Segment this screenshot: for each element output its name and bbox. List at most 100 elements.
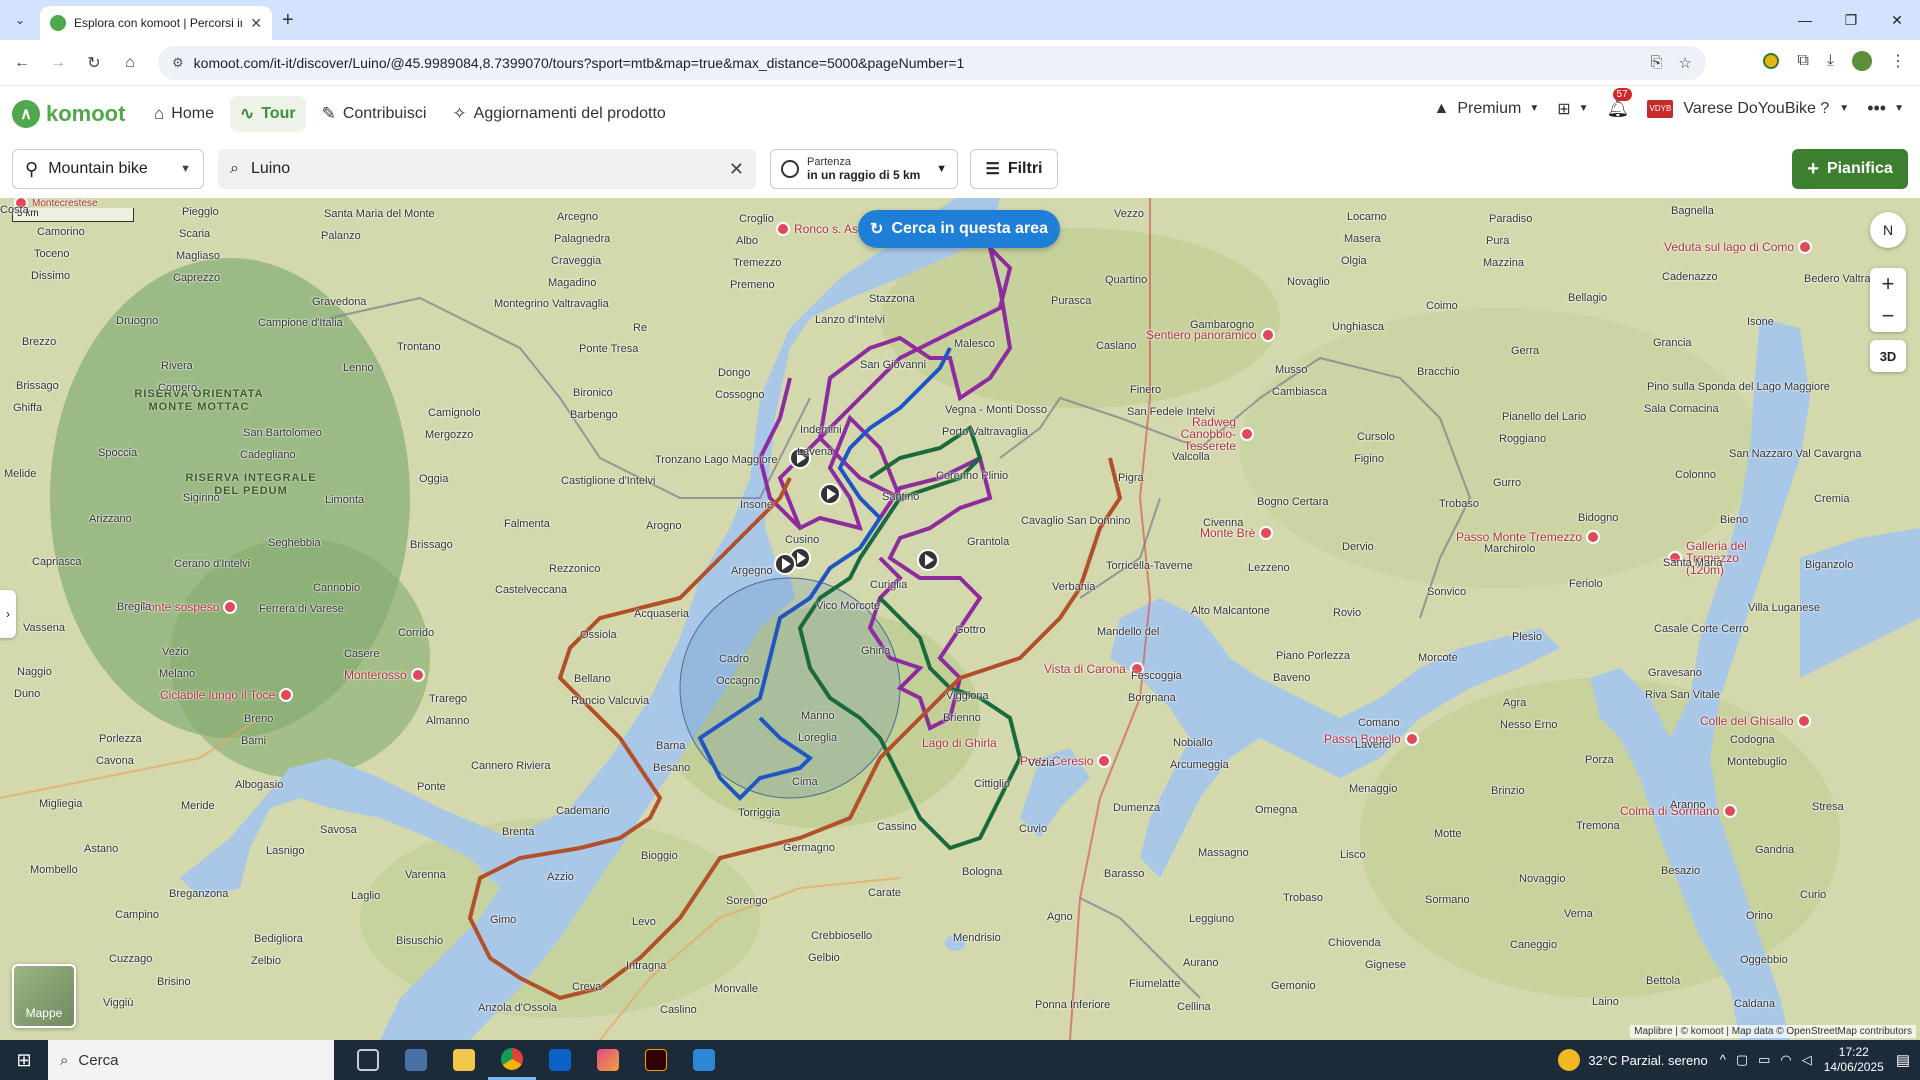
taskbar-search[interactable]: ⌕ Cerca xyxy=(48,1040,334,1080)
3d-toggle-button[interactable]: 3D xyxy=(1870,340,1906,372)
place-label: Falmenta xyxy=(504,518,550,530)
nav-tour[interactable]: ∿ Tour xyxy=(229,96,306,132)
search-in-area-button[interactable]: ↻ Cerca in questa area xyxy=(858,210,1060,248)
place-label: Bedigliora xyxy=(254,933,303,945)
place-label: Gemonio xyxy=(1271,980,1316,992)
place-label: Lasnigo xyxy=(266,845,305,857)
bookmark-star-icon[interactable]: ☆ xyxy=(1679,54,1692,72)
zoom-in-icon[interactable]: + xyxy=(1870,268,1906,300)
poi-label[interactable]: Colle del Ghisallo xyxy=(1700,714,1812,728)
poi-label[interactable]: Veduta sul lago di Como xyxy=(1664,240,1813,254)
filters-button[interactable]: ☰ Filtri xyxy=(970,149,1058,189)
search-input[interactable] xyxy=(250,160,717,178)
place-label: Bregila xyxy=(117,601,152,613)
clear-search-icon[interactable]: ✕ xyxy=(729,159,744,180)
poi-label[interactable]: Radweg Canobbio-Tesserete xyxy=(1136,416,1254,452)
volume-icon[interactable]: ◁ xyxy=(1802,1052,1812,1068)
poi-label[interactable]: Passo Monte Tremezzo xyxy=(1456,530,1601,544)
premium-menu[interactable]: ▲ Premium ▼ xyxy=(1433,100,1539,118)
puzzle-icon[interactable]: ⧉ xyxy=(1797,52,1808,70)
browser-tab[interactable]: Esplora con komoot | Percorsi in bici ✕ xyxy=(40,6,272,40)
poi-label[interactable]: Monterosso xyxy=(344,668,425,682)
poi-marker-icon xyxy=(1240,427,1254,441)
place-label: Santino xyxy=(882,491,920,503)
browser-menu-icon[interactable]: ⋮ xyxy=(1890,51,1906,71)
download-icon[interactable]: ⤓ xyxy=(1827,52,1834,70)
weather-widget[interactable]: 32°C Parzial. sereno xyxy=(1558,1049,1708,1071)
sidebar-toggle[interactable]: › xyxy=(0,590,16,638)
poi-marker-icon xyxy=(1798,240,1813,254)
nav-contribute[interactable]: ✎ Contribuisci xyxy=(312,96,437,132)
place-label: Ponte Tresa xyxy=(579,343,639,355)
place-label: Bidogno xyxy=(1578,512,1619,524)
notifications-button[interactable]: 🔔︎ 57 xyxy=(1607,88,1632,119)
map-canvas[interactable]: 5 km RISERVA ORIENTATA MONTE MOTTAC RISE… xyxy=(0,198,1920,1040)
maps-app-icon[interactable] xyxy=(680,1040,728,1080)
poi-label[interactable]: Vista di Carona xyxy=(1044,662,1144,676)
tab-close-icon[interactable]: ✕ xyxy=(250,15,262,32)
poi-label[interactable]: Ciclabile lungo il Toce xyxy=(160,688,294,702)
task-view-icon[interactable] xyxy=(344,1040,392,1080)
clock[interactable]: 17:22 14/06/2025 xyxy=(1824,1045,1884,1075)
reload-icon[interactable]: ↻ xyxy=(82,51,106,75)
place-label: Aranno xyxy=(1670,799,1706,811)
chevron-down-icon: ▼ xyxy=(1578,103,1589,114)
user-menu[interactable]: VDYB Varese DoYouBike ? ▼ xyxy=(1647,99,1849,118)
photos-icon[interactable] xyxy=(584,1040,632,1080)
profile-avatar[interactable] xyxy=(1852,51,1872,71)
home-browser-icon[interactable]: ⌂ xyxy=(118,51,142,75)
tab-search-icon[interactable]: ⌄ xyxy=(8,8,32,32)
komoot-logo[interactable]: ∧ komoot xyxy=(12,100,125,128)
place-label: Figino xyxy=(1354,453,1384,465)
nav-home[interactable]: ⌂ Home xyxy=(144,96,224,132)
notification-center-icon[interactable]: ▤ xyxy=(1896,1051,1910,1069)
map-layers-button[interactable]: Mappe xyxy=(12,964,76,1028)
more-menu[interactable]: ••• ▼ xyxy=(1867,98,1904,119)
site-info-icon[interactable]: ⚙ xyxy=(172,55,184,71)
place-label: Aurano xyxy=(1183,957,1219,969)
place-label: Ferrera di Varese xyxy=(259,603,344,615)
close-window-icon[interactable]: ✕ xyxy=(1874,0,1920,40)
poi-marker-icon xyxy=(1097,754,1112,768)
place-label: Omegna xyxy=(1255,804,1298,816)
place-label: Valcolla xyxy=(1172,451,1210,463)
chevron-down-icon: ▼ xyxy=(1894,103,1904,114)
place-label: Creva xyxy=(572,981,602,993)
restore-icon[interactable]: ❐ xyxy=(1828,0,1874,40)
windows-start-icon[interactable]: ⊞ xyxy=(0,1040,48,1080)
back-icon[interactable]: ← xyxy=(10,51,34,75)
nav-updates[interactable]: ✧ Aggiornamenti del prodotto xyxy=(442,96,675,132)
place-label: Bogno Certara xyxy=(1257,496,1329,508)
meet-icon[interactable]: ▢ xyxy=(1736,1052,1748,1068)
outlook-icon[interactable] xyxy=(536,1040,584,1080)
forward-icon[interactable]: → xyxy=(46,51,70,75)
create-menu[interactable]: ⊞ ▼ xyxy=(1557,99,1588,119)
place-label: Levo xyxy=(632,916,656,928)
chrome-icon[interactable] xyxy=(488,1040,536,1080)
poi-label[interactable]: Lago di Ghirla xyxy=(922,736,997,750)
place-label: Gignese xyxy=(1365,959,1406,971)
zoom-out-icon[interactable]: − xyxy=(1870,300,1906,332)
extension-icon[interactable] xyxy=(1763,53,1780,69)
install-app-icon[interactable]: ⎘ xyxy=(1651,54,1663,72)
poi-label[interactable]: Ponte sospeso xyxy=(140,600,238,614)
sport-select[interactable]: ⚲ Mountain bike ▼ xyxy=(12,149,204,189)
plan-button[interactable]: + Pianifica xyxy=(1792,149,1908,189)
illustrator-icon[interactable] xyxy=(632,1040,680,1080)
minimize-icon[interactable]: — xyxy=(1782,0,1828,40)
place-label: Fescoggia xyxy=(1131,670,1182,682)
battery-icon[interactable]: ▭ xyxy=(1758,1052,1770,1068)
user-avatar: VDYB xyxy=(1647,99,1674,118)
omnibox[interactable]: ⚙ komoot.com/it-it/discover/Luino/@45.99… xyxy=(158,46,1706,80)
compass-button[interactable]: N xyxy=(1870,212,1906,248)
place-label: Sorengo xyxy=(726,895,768,907)
place-label: Trarego xyxy=(429,693,468,705)
new-tab-icon[interactable]: + xyxy=(282,9,294,32)
chevron-up-icon[interactable]: ^ xyxy=(1720,1052,1726,1068)
wifi-icon[interactable]: ◠ xyxy=(1780,1052,1791,1068)
calculator-icon[interactable] xyxy=(392,1040,440,1080)
file-explorer-icon[interactable] xyxy=(440,1040,488,1080)
location-search[interactable]: ⌕ ✕ xyxy=(218,149,756,189)
filter-bar: ⚲ Mountain bike ▼ ⌕ ✕ Partenza in un rag… xyxy=(0,142,1920,198)
start-radius-select[interactable]: Partenza in un raggio di 5 km ▼ xyxy=(770,149,958,189)
